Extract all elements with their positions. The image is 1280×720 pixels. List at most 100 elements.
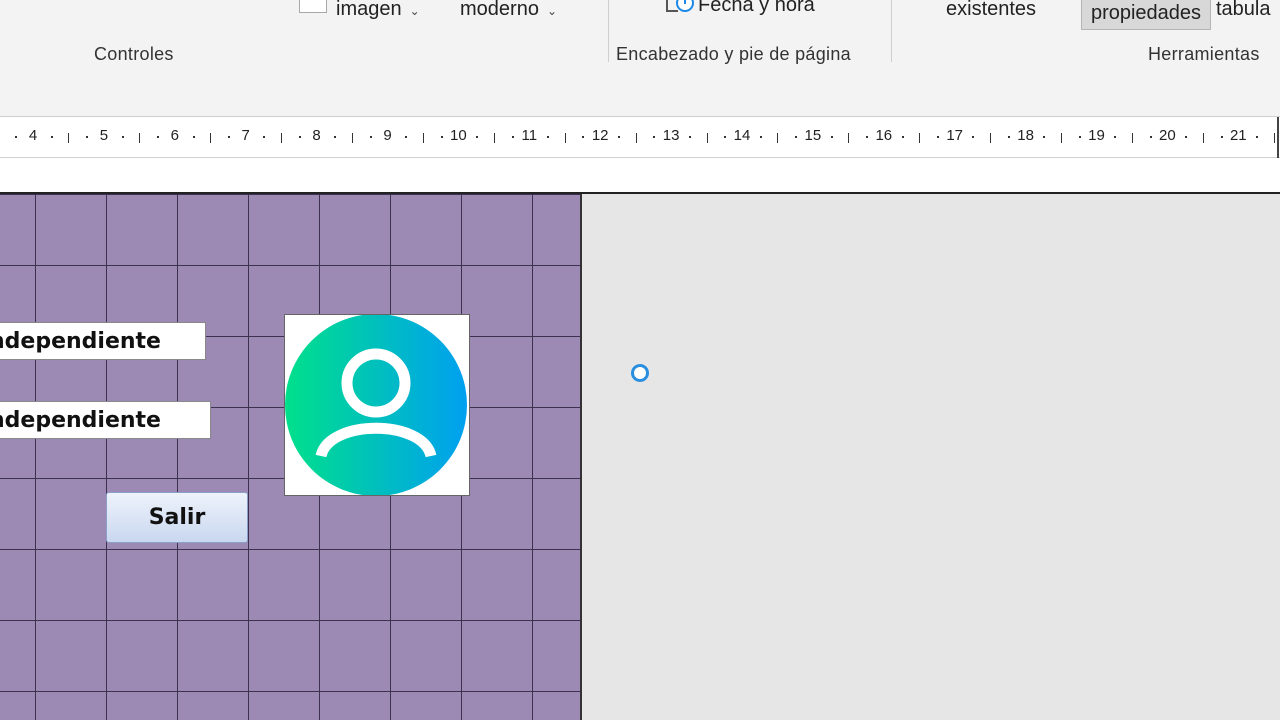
ruler-tick: [901, 136, 904, 138]
ruler-tick: [990, 133, 992, 143]
date-time-button[interactable]: Fecha y hora: [664, 0, 815, 17]
ruler-tick: [706, 133, 708, 143]
ruler-tick: [263, 136, 266, 138]
ruler-tick: [1078, 136, 1081, 138]
ruler-tick: [1220, 136, 1223, 138]
ruler-tick: [50, 136, 53, 138]
ruler-tick: [281, 133, 283, 143]
ruler-tick: [1131, 133, 1133, 143]
ruler-tick: [493, 133, 495, 143]
ruler-tick: [86, 136, 89, 138]
insert-image-button[interactable]: imagen ⌄: [336, 0, 420, 21]
ruler-tick: [759, 136, 762, 138]
group-separator: [608, 0, 609, 62]
ruler-tick: [617, 136, 620, 138]
ruler-tick: [1273, 133, 1275, 143]
chevron-down-icon: ⌄: [546, 3, 557, 18]
ruler-number: 13: [661, 127, 681, 144]
ruler-tick: [192, 136, 195, 138]
ruler-number: 6: [169, 127, 180, 144]
ruler-tick: [298, 136, 301, 138]
exit-button-label: Salir: [148, 505, 206, 530]
group-label-encabezado: Encabezado y pie de página: [616, 44, 851, 64]
ruler-tick: [830, 136, 833, 138]
chevron-down-icon: ⌄: [409, 3, 420, 18]
modern-chart-label: moderno: [460, 0, 539, 20]
group-separator: [891, 0, 892, 62]
ruler-tick: [1007, 136, 1010, 138]
ruler-number: 15: [803, 127, 823, 144]
ruler-tick: [866, 136, 869, 138]
exit-button[interactable]: Salir: [106, 492, 248, 543]
ruler-tick: [121, 136, 124, 138]
ruler-number: 20: [1158, 127, 1177, 144]
ruler-tick: [157, 136, 160, 138]
ruler-tick: [972, 136, 975, 138]
ruler-tick: [227, 136, 230, 138]
control-checkbox[interactable]: [299, 0, 327, 13]
ruler-tick: [688, 136, 691, 138]
ruler-tick: [1185, 136, 1188, 138]
ruler-tick: [440, 136, 443, 138]
ruler-tick: [795, 136, 798, 138]
ruler-number: 16: [874, 127, 894, 144]
text-field-value: ndependiente: [0, 328, 161, 354]
ruler-number: 11: [520, 127, 539, 144]
ruler-number: 17: [945, 127, 965, 144]
ruler-tick: [724, 136, 727, 138]
ruler-tick: [777, 133, 779, 143]
ruler-tick: [405, 136, 408, 138]
busy-cursor-icon: [631, 364, 649, 382]
ruler-number: 18: [1016, 127, 1035, 144]
ribbon: imagen ⌄ moderno ⌄ Fecha y hora existent…: [0, 0, 1280, 73]
existing-fields-button[interactable]: existentes: [946, 0, 1036, 21]
property-sheet-button[interactable]: propiedades: [1081, 0, 1211, 30]
ruler-tick: [422, 133, 424, 143]
ruler-tick: [1061, 133, 1063, 143]
user-avatar-icon: [285, 314, 467, 496]
ruler-tick: [582, 136, 585, 138]
text-field[interactable]: ndependiente: [0, 322, 206, 360]
ruler-tick: [919, 133, 921, 143]
ruler-tick: [352, 133, 354, 143]
ruler-number: 4: [27, 127, 39, 144]
text-field-value: ndependiente: [0, 407, 161, 433]
ruler-number: 8: [311, 127, 322, 144]
form-header-bar: [0, 158, 1280, 194]
ruler-number: 9: [382, 127, 393, 144]
tab-order-label: tabula: [1216, 0, 1271, 20]
ruler-tick: [1202, 133, 1204, 143]
ruler-number: 14: [732, 127, 752, 144]
modern-chart-button[interactable]: moderno ⌄: [460, 0, 557, 21]
ruler-tick: [334, 136, 337, 138]
ruler-tick: [547, 136, 550, 138]
group-label-herramientas: Herramientas: [1148, 44, 1260, 64]
ruler-tick: [369, 136, 372, 138]
group-label-controles: Controles: [94, 44, 174, 64]
text-field[interactable]: ndependiente: [0, 401, 211, 439]
avatar-image-control[interactable]: [284, 314, 470, 496]
ruler-tick: [1256, 136, 1259, 138]
ruler-tick: [139, 133, 141, 143]
ruler-tick: [848, 133, 850, 143]
existing-fields-label: existentes: [946, 0, 1037, 20]
ruler-number: 19: [1087, 127, 1106, 144]
ruler-number: 5: [98, 127, 110, 144]
ruler-tick: [1043, 136, 1046, 138]
ruler-tick: [15, 136, 18, 138]
ruler-tick: [1149, 136, 1152, 138]
ruler-tick: [564, 133, 566, 143]
ruler-tick: [936, 136, 939, 138]
ribbon-strip: [0, 72, 1280, 117]
tab-order-button[interactable]: tabula: [1216, 0, 1271, 21]
ruler-tick: [68, 133, 70, 143]
property-sheet-label: propiedades: [1090, 1, 1202, 24]
ruler-tick: [653, 136, 656, 138]
ruler-number: 7: [240, 127, 251, 144]
ruler-number: 12: [590, 127, 610, 144]
ruler-number: 10: [449, 127, 468, 144]
ruler-tick: [1114, 136, 1117, 138]
design-background: [582, 194, 1280, 720]
insert-image-label: imagen: [336, 0, 402, 20]
clock-icon: [664, 0, 694, 16]
